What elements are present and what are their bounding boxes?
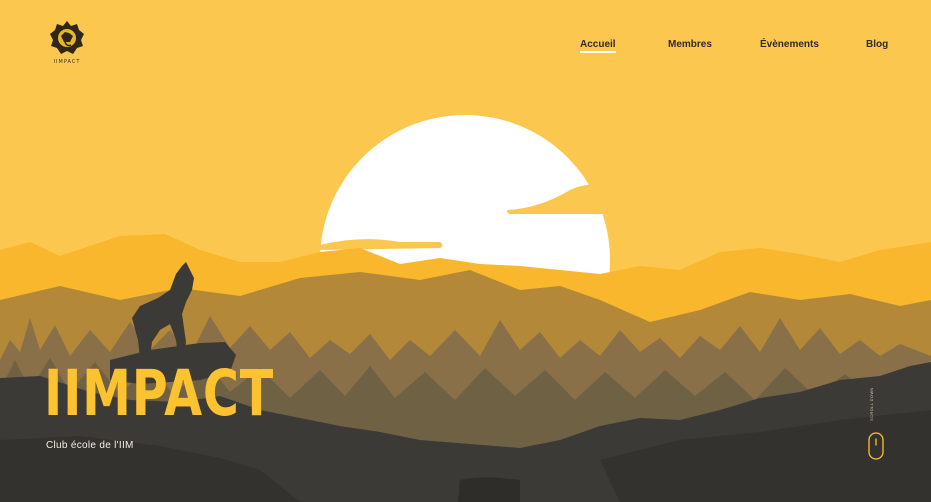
nav-item-blog[interactable]: Blog — [866, 39, 888, 50]
hero-subtitle: Club école de l'IIM — [46, 440, 134, 451]
main-nav: Accueil Membres Évènements Blog — [0, 39, 931, 53]
logo-text: IIMPACT — [53, 59, 81, 65]
hero-title: IIMPACT — [44, 357, 275, 430]
scroll-down-label: SCROLL DOWN — [870, 387, 874, 421]
nav-item-evenements[interactable]: Évènements — [760, 39, 819, 50]
foreground-shadow — [458, 477, 520, 502]
mouse-icon[interactable] — [868, 432, 884, 460]
nav-item-accueil[interactable]: Accueil — [580, 39, 616, 53]
nav-item-membres[interactable]: Membres — [668, 39, 712, 50]
